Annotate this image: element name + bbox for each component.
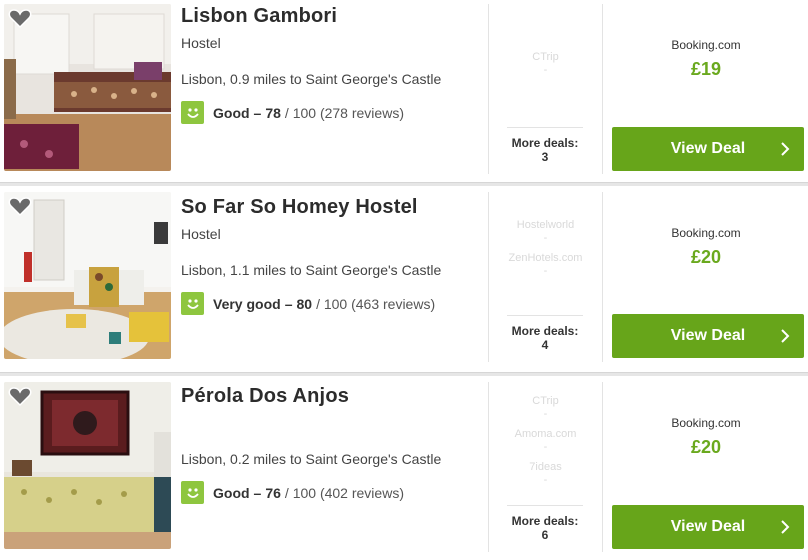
best-provider: Booking.com xyxy=(671,416,741,430)
property-type: Hostel xyxy=(181,35,221,51)
best-deal: Booking.com £20 View Deal xyxy=(604,192,808,362)
rating-label: Good xyxy=(213,484,250,501)
location-text: Lisbon, 0.2 miles to Saint George's Cast… xyxy=(181,451,442,467)
best-price: £20 xyxy=(690,437,722,457)
other-deals: CTrip - Amoma.com - 7ideas - More deals:… xyxy=(488,382,603,552)
rating-dash: – xyxy=(284,295,293,312)
listing-info: Pérola Dos Anjos Lisbon, 0.2 miles to Sa… xyxy=(181,376,481,504)
rating: Good – 78 / 100 (278 reviews) xyxy=(181,101,481,124)
deal-price: - xyxy=(543,408,548,420)
rating-reviews: / 100 (402 reviews) xyxy=(284,484,404,501)
favorite-heart-icon[interactable] xyxy=(8,385,32,407)
location-text: Lisbon, 0.9 miles to Saint George's Cast… xyxy=(181,71,442,87)
deal-provider[interactable]: CTrip xyxy=(489,394,602,408)
property-type xyxy=(181,415,481,433)
view-deal-button[interactable]: View Deal xyxy=(612,314,804,358)
more-deals-link[interactable]: More deals: 3 xyxy=(507,127,583,164)
hostel-name[interactable]: Pérola Dos Anjos xyxy=(181,385,481,407)
view-deal-label: View Deal xyxy=(670,140,746,157)
rating-label: Good xyxy=(213,104,250,121)
deal-provider[interactable]: Hostelworld xyxy=(489,218,602,232)
rating-score: 80 xyxy=(296,295,313,312)
other-deals: Hostelworld - ZenHotels.com - More deals… xyxy=(488,192,603,362)
hostel-name[interactable]: Lisbon Gambori xyxy=(181,5,481,27)
smiley-icon xyxy=(181,292,204,315)
best-provider: Booking.com xyxy=(671,38,741,52)
rating: Good – 76 / 100 (402 reviews) xyxy=(181,481,481,504)
chevron-right-icon xyxy=(780,518,790,541)
deal-provider[interactable]: CTrip xyxy=(489,50,602,64)
deal-price: - xyxy=(543,232,548,244)
other-deals: CTrip - More deals: 3 xyxy=(488,4,603,174)
hostel-photo[interactable] xyxy=(4,192,171,359)
rating: Very good – 80 / 100 (463 reviews) xyxy=(181,292,481,315)
view-deal-button[interactable]: View Deal xyxy=(612,127,804,171)
best-provider: Booking.com xyxy=(671,226,741,240)
rating-reviews: / 100 (463 reviews) xyxy=(316,295,436,312)
best-deal: Booking.com £20 View Deal xyxy=(604,382,808,552)
view-deal-button[interactable]: View Deal xyxy=(612,505,804,549)
listing-info: So Far So Homey Hostel Hostel Lisbon, 1.… xyxy=(181,186,481,315)
smiley-icon xyxy=(181,101,204,124)
best-deal: Booking.com £19 View Deal xyxy=(604,4,808,174)
deal-price: - xyxy=(543,441,548,453)
more-deals-link[interactable]: More deals: 6 xyxy=(507,505,583,542)
property-type: Hostel xyxy=(181,226,221,242)
deal-price: - xyxy=(543,64,548,76)
listing-card[interactable]: Pérola Dos Anjos Lisbon, 0.2 miles to Sa… xyxy=(0,376,808,560)
rating-score: 78 xyxy=(265,104,281,121)
favorite-heart-icon[interactable] xyxy=(8,7,32,29)
rating-dash: – xyxy=(253,484,262,501)
rating-dash: – xyxy=(253,104,262,121)
best-price: £19 xyxy=(690,59,722,79)
favorite-heart-icon[interactable] xyxy=(8,195,32,217)
hostel-photo[interactable] xyxy=(4,4,171,171)
deal-provider[interactable]: Amoma.com xyxy=(489,427,602,441)
more-deals-link[interactable]: More deals: 4 xyxy=(507,315,583,352)
best-price: £20 xyxy=(690,247,722,267)
rating-label: Very good xyxy=(213,295,281,312)
listing-card[interactable]: Lisbon Gambori Hostel Lisbon, 0.9 miles … xyxy=(0,0,808,182)
chevron-right-icon xyxy=(780,327,790,350)
rating-reviews: / 100 (278 reviews) xyxy=(284,104,404,121)
location-text: Lisbon, 1.1 miles to Saint George's Cast… xyxy=(181,262,442,278)
chevron-right-icon xyxy=(780,140,790,163)
deal-price: - xyxy=(543,474,548,486)
deal-provider[interactable]: ZenHotels.com xyxy=(489,251,602,265)
rating-score: 76 xyxy=(265,484,281,501)
view-deal-label: View Deal xyxy=(670,327,746,344)
deal-price: - xyxy=(543,265,548,277)
listing-info: Lisbon Gambori Hostel Lisbon, 0.9 miles … xyxy=(181,0,481,124)
view-deal-label: View Deal xyxy=(670,518,746,535)
deal-provider[interactable]: 7ideas xyxy=(489,460,602,474)
smiley-icon xyxy=(181,481,204,504)
hostel-photo[interactable] xyxy=(4,382,171,549)
hostel-name[interactable]: So Far So Homey Hostel xyxy=(181,196,481,218)
listing-card[interactable]: So Far So Homey Hostel Hostel Lisbon, 1.… xyxy=(0,186,808,372)
